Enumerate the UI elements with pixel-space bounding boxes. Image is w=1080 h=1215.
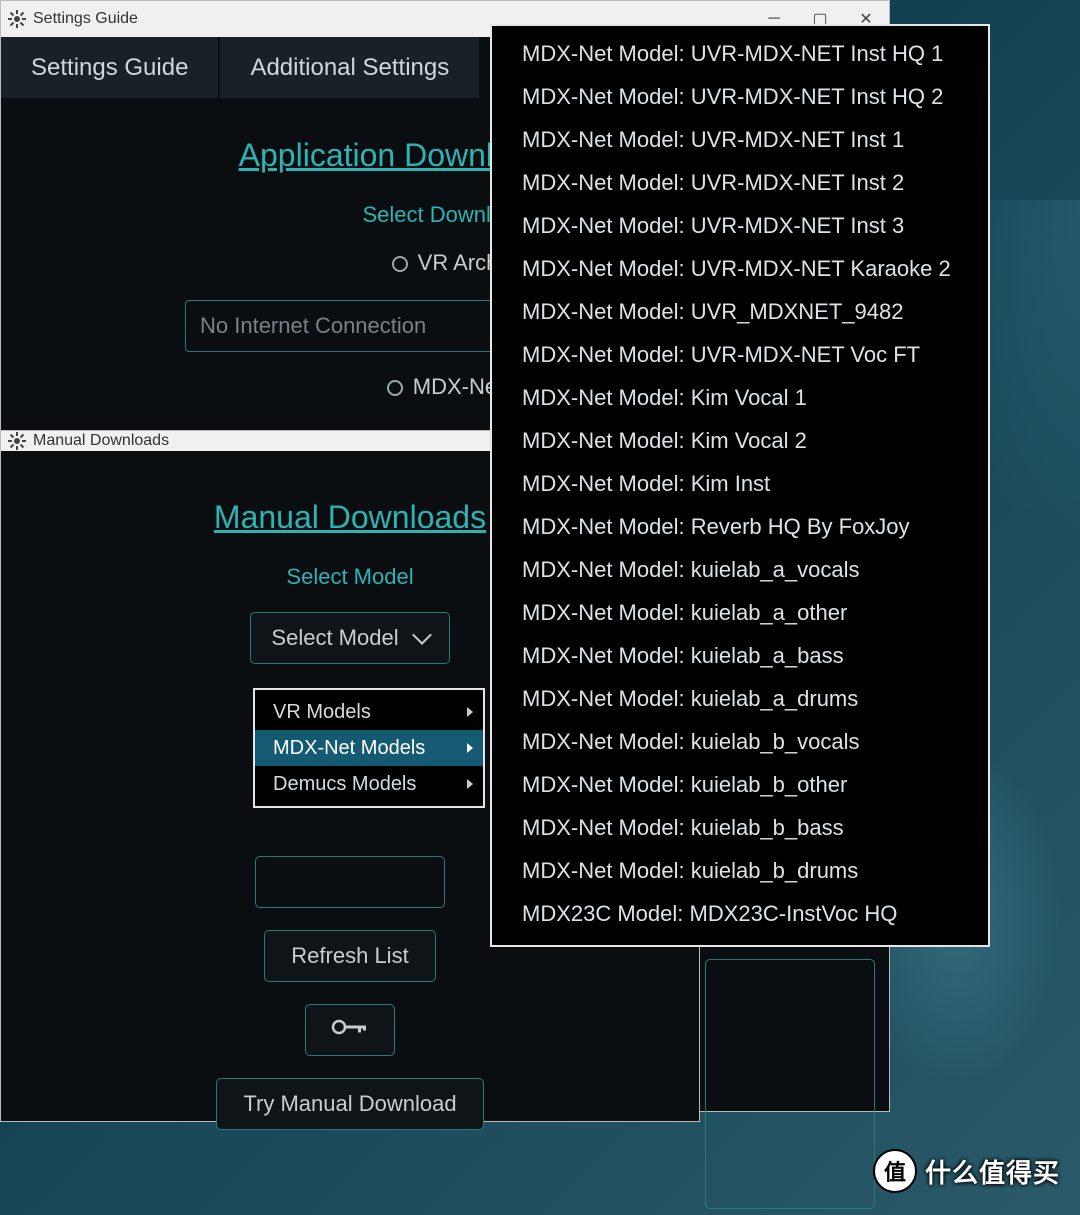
model-submenu-item[interactable]: MDX-Net Model: kuielab_b_bass [492,806,988,849]
tab-settings-guide[interactable]: Settings Guide [1,37,218,98]
menu-item-demucs-models[interactable]: Demucs Models [255,766,483,802]
key-icon [330,1017,370,1043]
try-manual-download-button[interactable]: Try Manual Download [216,1078,483,1130]
model-submenu-item[interactable]: MDX23C Model: MDX23C-InstVoc HQ [492,892,988,935]
model-submenu-item[interactable]: MDX-Net Model: Kim Vocal 1 [492,376,988,419]
model-submenu-item[interactable]: MDX-Net Model: kuielab_b_drums [492,849,988,892]
model-submenu-item[interactable]: MDX-Net Model: kuielab_a_other [492,591,988,634]
watermark-icon: 值 [873,1149,917,1193]
menu-item-vr-models[interactable]: VR Models [255,694,483,730]
model-submenu-item[interactable]: MDX-Net Model: UVR-MDX-NET Inst HQ 1 [492,32,988,75]
settings-title: Settings Guide [33,10,138,28]
refresh-list-button[interactable]: Refresh List [264,930,435,982]
model-submenu-item[interactable]: MDX-Net Model: UVR-MDX-NET Inst 3 [492,204,988,247]
submenu-arrow-icon [467,743,473,753]
model-submenu-item[interactable]: MDX-Net Model: UVR-MDX-NET Inst HQ 2 [492,75,988,118]
model-submenu-item[interactable]: MDX-Net Model: UVR-MDX-NET Voc FT [492,333,988,376]
menu-item-mdx-net-models[interactable]: MDX-Net Models [255,730,483,766]
model-path-field[interactable] [255,856,445,908]
model-submenu-item[interactable]: MDX-Net Model: kuielab_b_vocals [492,720,988,763]
model-submenu-item[interactable]: MDX-Net Model: UVR-MDX-NET Inst 2 [492,161,988,204]
model-submenu-item[interactable]: MDX-Net Model: UVR-MDX-NET Karaoke 2 [492,247,988,290]
output-panel [705,959,875,1209]
mdx-model-submenu: MDX-Net Model: UVR-MDX-NET Inst HQ 1MDX-… [490,24,990,947]
radio-icon [392,256,408,272]
model-category-menu: VR Models MDX-Net Models Demucs Models [253,688,485,808]
app-icon [7,431,27,451]
radio-icon [387,380,403,396]
submenu-arrow-icon [467,707,473,717]
model-submenu-item[interactable]: MDX-Net Model: UVR_MDXNET_9482 [492,290,988,333]
manual-title: Manual Downloads [33,432,169,450]
select-model-dropdown[interactable]: Select Model [250,612,450,664]
watermark-badge: 值 什么值得买 [873,1149,1060,1193]
model-submenu-item[interactable]: MDX-Net Model: Reverb HQ By FoxJoy [492,505,988,548]
model-submenu-item[interactable]: MDX-Net Model: kuielab_a_drums [492,677,988,720]
model-submenu-item[interactable]: MDX-Net Model: UVR-MDX-NET Inst 1 [492,118,988,161]
model-submenu-item[interactable]: MDX-Net Model: Kim Inst [492,462,988,505]
watermark-text: 什么值得买 [925,1153,1060,1190]
model-submenu-item[interactable]: MDX-Net Model: kuielab_a_bass [492,634,988,677]
submenu-arrow-icon [467,779,473,789]
model-submenu-item[interactable]: MDX-Net Model: kuielab_b_other [492,763,988,806]
model-submenu-item[interactable]: MDX-Net Model: kuielab_a_vocals [492,548,988,591]
model-submenu-item[interactable]: MDX-Net Model: Kim Vocal 2 [492,419,988,462]
chevron-down-icon [412,625,432,645]
app-icon [7,9,27,29]
vip-key-button[interactable] [305,1004,395,1056]
tab-additional-settings[interactable]: Additional Settings [220,37,479,98]
